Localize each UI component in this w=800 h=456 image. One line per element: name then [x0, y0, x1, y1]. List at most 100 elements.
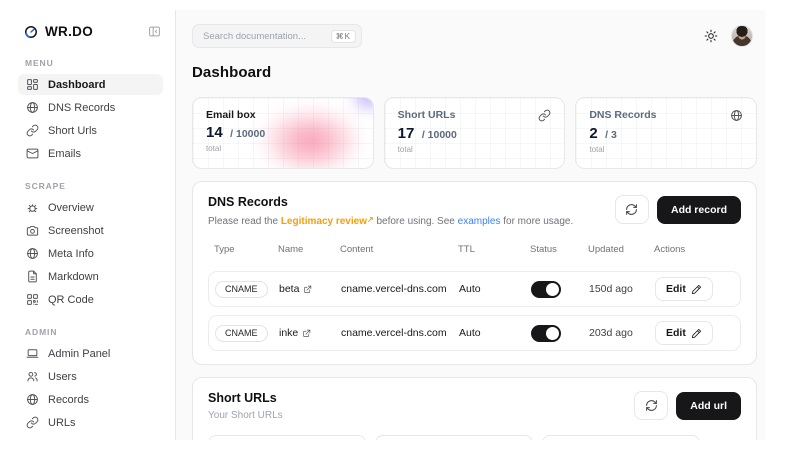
- mail-icon: [26, 147, 39, 160]
- sidebar-item-screenshot[interactable]: Screenshot: [18, 220, 163, 241]
- link-icon: [538, 109, 551, 122]
- record-updated: 150d ago: [589, 283, 655, 295]
- external-link-icon: [302, 329, 311, 338]
- record-name: beta: [279, 283, 299, 295]
- sidebar-section-label-admin: ADMIN: [25, 327, 163, 337]
- stat-card-caption: total: [589, 145, 743, 154]
- record-name: inke: [279, 327, 298, 339]
- topbar-actions: [704, 25, 757, 47]
- edit-label: Edit: [666, 283, 686, 295]
- short-urls-filters: [208, 435, 741, 440]
- sidebar-item-short-urls[interactable]: Short Urls: [18, 120, 163, 141]
- dns-panel-description: Please read the Legitimacy review↗ befor…: [208, 215, 573, 227]
- main-content: Search documentation... ⌘K Dashboard Ema…: [176, 10, 765, 440]
- sidebar-section-label-menu: MENU: [25, 58, 163, 68]
- stat-card-title: DNS Records: [589, 109, 656, 121]
- search-placeholder: Search documentation...: [203, 31, 325, 42]
- sidebar-item-qr-code[interactable]: QR Code: [18, 289, 163, 310]
- record-ttl: Auto: [459, 327, 531, 339]
- edit-record-button[interactable]: Edit: [655, 321, 713, 345]
- theme-toggle-button[interactable]: [704, 29, 718, 43]
- users-icon: [26, 370, 39, 383]
- file-text-icon: [26, 270, 39, 283]
- user-avatar[interactable]: [731, 25, 753, 47]
- short-urls-subtitle: Your Short URLs: [208, 410, 283, 421]
- pencil-icon: [691, 328, 702, 339]
- sidebar-item-label: QR Code: [48, 294, 94, 306]
- column-header-content: Content: [340, 244, 458, 255]
- sidebar-item-dashboard[interactable]: Dashboard: [18, 74, 163, 95]
- sidebar-item-emails[interactable]: Emails: [18, 143, 163, 164]
- stat-value-limit: / 3: [605, 129, 617, 141]
- add-record-button[interactable]: Add record: [657, 196, 741, 224]
- sidebar-item-label: Screenshot: [48, 225, 104, 237]
- short-urls-panel: Short URLs Your Short URLs Add url: [192, 377, 757, 440]
- record-content: cname.vercel-dns.com: [341, 327, 459, 339]
- column-header-updated: Updated: [588, 244, 654, 255]
- camera-icon: [26, 224, 39, 237]
- record-name-link[interactable]: inke: [279, 327, 341, 339]
- stat-card-header: DNS Records: [589, 109, 743, 122]
- sidebar-item-overview[interactable]: Overview: [18, 197, 163, 218]
- desc-text: for more usage.: [500, 216, 573, 227]
- stat-card-email-box: Email box 14 / 10000 total: [192, 97, 374, 169]
- laptop-icon: [26, 347, 39, 360]
- stat-card-caption: total: [206, 144, 360, 153]
- sidebar-item-records[interactable]: Records: [18, 389, 163, 410]
- sidebar-item-label: Short Urls: [48, 125, 97, 137]
- sidebar-item-dns-records[interactable]: DNS Records: [18, 97, 163, 118]
- link-icon: [26, 124, 39, 137]
- record-name-link[interactable]: beta: [279, 283, 341, 295]
- dns-table-header: Type Name Content TTL Status Updated Act…: [208, 240, 741, 263]
- pencil-icon: [691, 284, 702, 295]
- status-toggle[interactable]: [531, 281, 561, 298]
- refresh-button[interactable]: [615, 195, 649, 224]
- examples-link[interactable]: examples: [458, 216, 501, 227]
- stat-card-title: Email box: [206, 109, 256, 121]
- status-toggle[interactable]: [531, 325, 561, 342]
- search-by-target-input[interactable]: [375, 435, 533, 440]
- column-header-actions: Actions: [654, 244, 735, 255]
- short-urls-header: Short URLs Your Short URLs Add url: [208, 391, 741, 421]
- search-by-user-name-input[interactable]: [542, 435, 700, 440]
- globe-icon: [730, 109, 743, 122]
- sidebar-item-label: Records: [48, 394, 89, 406]
- sidebar-item-markdown[interactable]: Markdown: [18, 266, 163, 287]
- page-title: Dashboard: [192, 64, 757, 81]
- sun-icon: [704, 29, 718, 43]
- edit-record-button[interactable]: Edit: [655, 277, 713, 301]
- stat-card-title: Short URLs: [398, 109, 456, 121]
- dashboard-icon: [26, 78, 39, 91]
- sidebar-item-meta-info[interactable]: Meta Info: [18, 243, 163, 264]
- sidebar-item-urls[interactable]: URLs: [18, 412, 163, 433]
- link-icon: [26, 416, 39, 429]
- sidebar-collapse-button[interactable]: [148, 25, 161, 38]
- logo[interactable]: WR.DO: [18, 20, 163, 41]
- edit-label: Edit: [666, 327, 686, 339]
- brand-logo-icon: [24, 25, 38, 39]
- sidebar-item-users[interactable]: Users: [18, 366, 163, 387]
- stat-card-caption: total: [398, 145, 552, 154]
- qr-code-icon: [26, 293, 39, 306]
- sidebar-item-label: Meta Info: [48, 248, 94, 260]
- keyboard-shortcut-badge: ⌘K: [331, 30, 356, 43]
- stat-value-limit: / 10000: [230, 128, 265, 140]
- stat-card-header: Email box: [206, 109, 360, 121]
- legitimacy-review-link[interactable]: Legitimacy review: [281, 216, 367, 227]
- refresh-button[interactable]: [634, 391, 668, 420]
- search-by-slug-input[interactable]: [208, 435, 366, 440]
- refresh-icon: [625, 203, 638, 216]
- search-input[interactable]: Search documentation... ⌘K: [192, 24, 362, 48]
- external-link-icon: [303, 285, 312, 294]
- stat-card-short-urls: Short URLs 17 / 10000 total: [384, 97, 566, 169]
- sidebar-item-admin-panel[interactable]: Admin Panel: [18, 343, 163, 364]
- stat-card-header: Short URLs: [398, 109, 552, 122]
- add-url-button[interactable]: Add url: [676, 392, 741, 420]
- column-header-status: Status: [530, 244, 588, 255]
- sidebar-item-label: Admin Panel: [48, 348, 110, 360]
- record-type-badge: CNAME: [215, 325, 268, 342]
- column-header-type: Type: [214, 244, 278, 255]
- dns-panel-actions: Add record: [615, 195, 741, 224]
- refresh-icon: [645, 399, 658, 412]
- stat-value-limit: / 10000: [422, 129, 457, 141]
